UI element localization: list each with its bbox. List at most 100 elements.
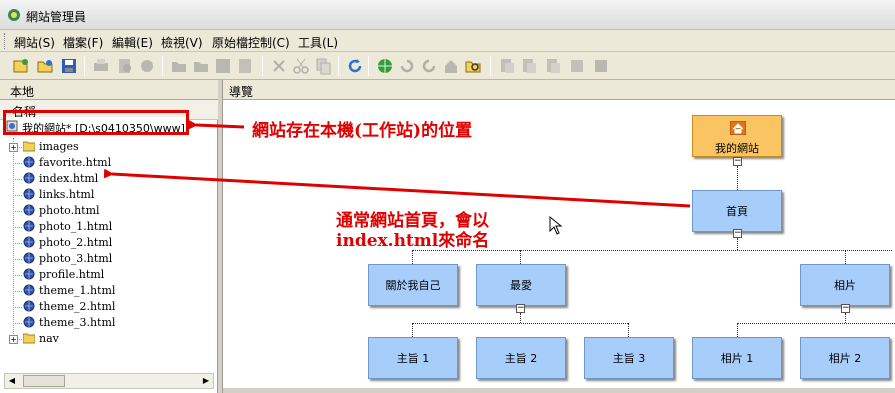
open-folder-icon[interactable] [36,57,54,75]
html-file-icon [23,236,35,248]
menu-site[interactable]: 網站(S) [14,34,55,51]
pane-title: 本地 [10,85,35,99]
toolbar-separator [490,56,491,76]
toolbar-separator [262,56,263,76]
publish-icon[interactable] [138,57,156,75]
html-file-icon [23,252,35,264]
tree-guide [13,291,22,292]
mouse-cursor-icon [549,216,563,235]
preview-icon[interactable] [116,57,134,75]
save-icon[interactable] [214,57,232,75]
menu-bar: 網站(S) 檔案(F) 編輯(E) 檢視(V) 原始檔控制(C) 工具(L) [0,30,895,52]
node-theme-2[interactable]: 主旨 2 [476,337,566,379]
toolbar-separator [84,56,85,76]
connector [737,323,895,324]
undo-check-out-icon[interactable] [544,57,562,75]
scroll-right-icon[interactable]: ▶ [199,374,213,388]
node-theme-3[interactable]: 主旨 3 [584,337,674,379]
tree-guide [13,179,22,180]
node-index[interactable]: 首頁 [692,190,782,232]
tree-item-label: photo_2.html [39,236,113,249]
scroll-thumb[interactable] [23,375,65,387]
tree-guide [13,259,22,260]
tree-guide [13,138,14,334]
tree-guide [13,307,22,308]
folder-icon [23,333,35,344]
html-file-icon [23,156,35,168]
node-photo-2[interactable]: 相片 2 [800,337,890,379]
document-icon[interactable] [236,57,254,75]
folder-icon[interactable] [192,57,210,75]
print-icon[interactable] [92,57,110,75]
menu-edit[interactable]: 編輯(E) [112,34,153,51]
node-photo[interactable]: 相片 [800,264,890,306]
node-label: 主旨 2 [504,352,538,365]
html-file-icon [23,284,35,296]
node-theme-1[interactable]: 主旨 1 [368,337,458,379]
node-label: 相片 2 [828,352,862,365]
undo-icon[interactable] [398,57,416,75]
globe-icon[interactable] [376,57,394,75]
html-file-icon [23,204,35,216]
node-label: 主旨 1 [396,352,430,365]
save-icon[interactable] [60,57,78,75]
window-title: 網站管理員 [26,10,87,24]
tree-item-label: favorite.html [39,156,112,169]
menu-file[interactable]: 檔案(F) [63,34,103,51]
connector [412,250,413,264]
tree-guide [13,195,22,196]
toolbar-separator [162,56,163,76]
collapse-icon[interactable]: − [733,157,742,166]
history-icon[interactable] [592,57,610,75]
node-favorite[interactable]: 最愛 [476,264,566,306]
node-about[interactable]: 關於我自己 [368,264,458,306]
node-my-site[interactable]: 我的網站 [692,115,782,157]
horizontal-scrollbar[interactable]: ◀ ▶ [4,373,214,389]
collapse-icon[interactable]: − [516,304,525,313]
connector [628,323,629,337]
highlight-box [3,110,189,135]
html-file-icon [23,172,35,184]
annotation-homepage-line2: index.html來命名 [336,231,490,251]
expand-icon[interactable]: + [9,335,18,344]
connector [412,323,628,324]
version-icon[interactable] [568,57,586,75]
home-icon[interactable] [442,57,460,75]
node-label: 首頁 [726,205,748,218]
redo-icon[interactable] [420,57,438,75]
html-file-icon [23,268,35,280]
connector [737,323,738,337]
menu-source-control[interactable]: 原始檔控制(C) [212,34,290,51]
collapse-icon[interactable]: − [733,229,742,238]
menubar-grip [4,33,7,49]
html-file-icon [23,220,35,232]
tree-guide [13,163,22,164]
cut-icon[interactable] [292,57,310,75]
menu-tools[interactable]: 工具(L) [298,34,338,51]
node-label: 我的網站 [715,142,759,155]
expand-icon[interactable]: + [9,143,18,152]
node-photo-1[interactable]: 相片 1 [692,337,782,379]
title-bar: 網站管理員 [0,0,895,30]
new-site-icon[interactable] [12,57,30,75]
check-out-icon[interactable] [498,57,516,75]
find-icon[interactable] [464,57,482,75]
scroll-left-icon[interactable]: ◀ [5,374,19,388]
tree-item-label: links.html [39,188,95,201]
node-label: 相片 [834,279,856,292]
delete-icon[interactable] [270,57,288,75]
collapse-icon[interactable]: − [841,304,850,313]
html-file-icon [23,300,35,312]
refresh-icon[interactable] [346,57,364,75]
copy-icon[interactable] [314,57,332,75]
node-label: 最愛 [510,279,532,292]
toolbar-separator [368,56,369,76]
check-in-icon[interactable] [520,57,538,75]
toolbar-separator [338,56,339,76]
annotation-site-location: 網站存在本機(工作站)的位置 [252,121,473,141]
tree-guide [13,323,22,324]
node-label: 關於我自己 [385,279,441,292]
tree-item-label: theme_2.html [39,300,116,313]
menu-view[interactable]: 檢視(V) [161,34,203,51]
folder-icon[interactable] [170,57,188,75]
